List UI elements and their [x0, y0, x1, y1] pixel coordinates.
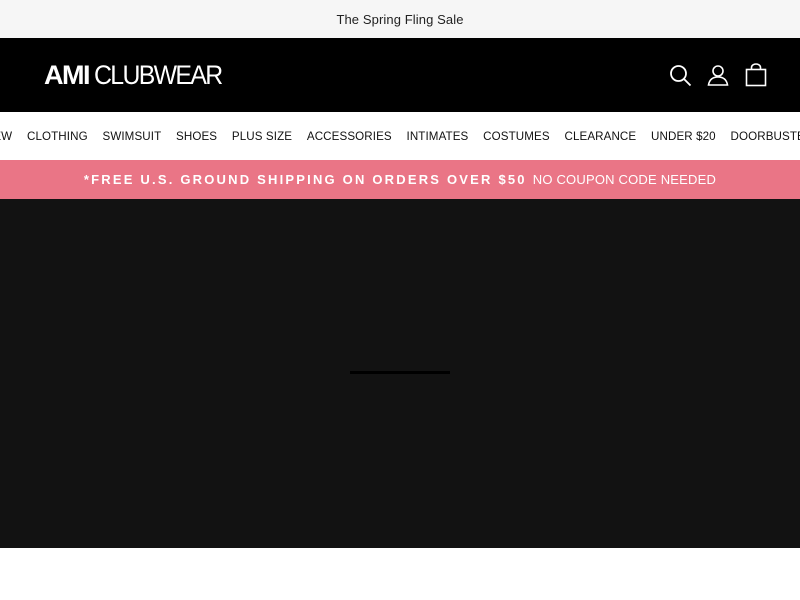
nav-item-plus-size[interactable]: PLUS SIZE: [225, 130, 300, 143]
nav-item-costumes[interactable]: COSTUMES: [476, 130, 557, 143]
page-content-area: [0, 548, 800, 600]
cart-icon[interactable]: [744, 62, 768, 88]
main-nav: NEW CLOTHING SWIMSUIT SHOES PLUS SIZE AC…: [0, 112, 800, 160]
loading-bar: [350, 371, 450, 374]
nav-item-new[interactable]: NEW: [0, 130, 20, 143]
header-icons: [668, 62, 768, 88]
site-logo[interactable]: AMI CLUBWEAR: [44, 61, 233, 89]
promo-banner[interactable]: *FREE U.S. GROUND SHIPPING ON ORDERS OVE…: [0, 160, 800, 199]
nav-item-doorbusters[interactable]: DOORBUSTERS: [723, 130, 800, 143]
nav-item-accessories[interactable]: ACCESSORIES: [299, 130, 399, 143]
promo-coupon-text: NO COUPON CODE NEEDED: [532, 172, 717, 187]
logo-bold-text: AMI: [44, 59, 91, 90]
nav-item-intimates[interactable]: INTIMATES: [399, 130, 476, 143]
nav-item-swimsuit[interactable]: SWIMSUIT: [95, 130, 169, 143]
site-header: AMI CLUBWEAR: [0, 38, 800, 112]
nav-item-clothing[interactable]: CLOTHING: [20, 130, 96, 143]
promo-shipping-text: *FREE U.S. GROUND SHIPPING ON ORDERS OVE…: [83, 172, 527, 187]
nav-item-shoes[interactable]: SHOES: [169, 130, 225, 143]
nav-item-under-20[interactable]: UNDER $20: [644, 130, 723, 143]
announcement-text[interactable]: The Spring Fling Sale: [336, 12, 463, 27]
announcement-bar: The Spring Fling Sale: [0, 0, 800, 38]
hero-banner[interactable]: [0, 199, 800, 548]
search-icon[interactable]: [668, 62, 692, 88]
logo-light-text: CLUBWEAR: [94, 59, 223, 90]
account-icon[interactable]: [706, 62, 730, 88]
nav-item-clearance[interactable]: CLEARANCE: [557, 130, 644, 143]
